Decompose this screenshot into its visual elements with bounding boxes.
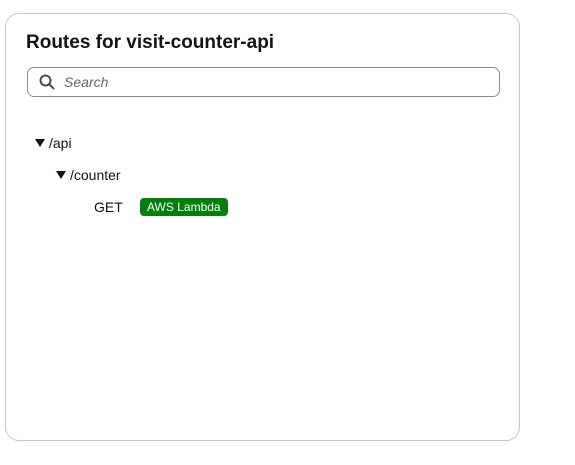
panel-title: Routes for visit-counter-api (26, 32, 275, 53)
search-box[interactable] (27, 67, 500, 97)
route-api[interactable]: /api (35, 134, 72, 152)
search-input[interactable] (64, 70, 484, 94)
caret-down-icon[interactable] (35, 139, 45, 147)
route-method-get[interactable]: GET AWS Lambda (94, 198, 228, 216)
caret-down-icon[interactable] (56, 171, 66, 179)
integration-badge: AWS Lambda (140, 198, 228, 216)
route-api-label: /api (49, 135, 72, 151)
route-counter-label: /counter (70, 167, 121, 183)
search-icon (38, 73, 56, 91)
routes-panel: Routes for visit-counter-api /api /count… (5, 13, 520, 441)
route-counter[interactable]: /counter (56, 166, 121, 184)
method-label: GET (94, 199, 123, 215)
